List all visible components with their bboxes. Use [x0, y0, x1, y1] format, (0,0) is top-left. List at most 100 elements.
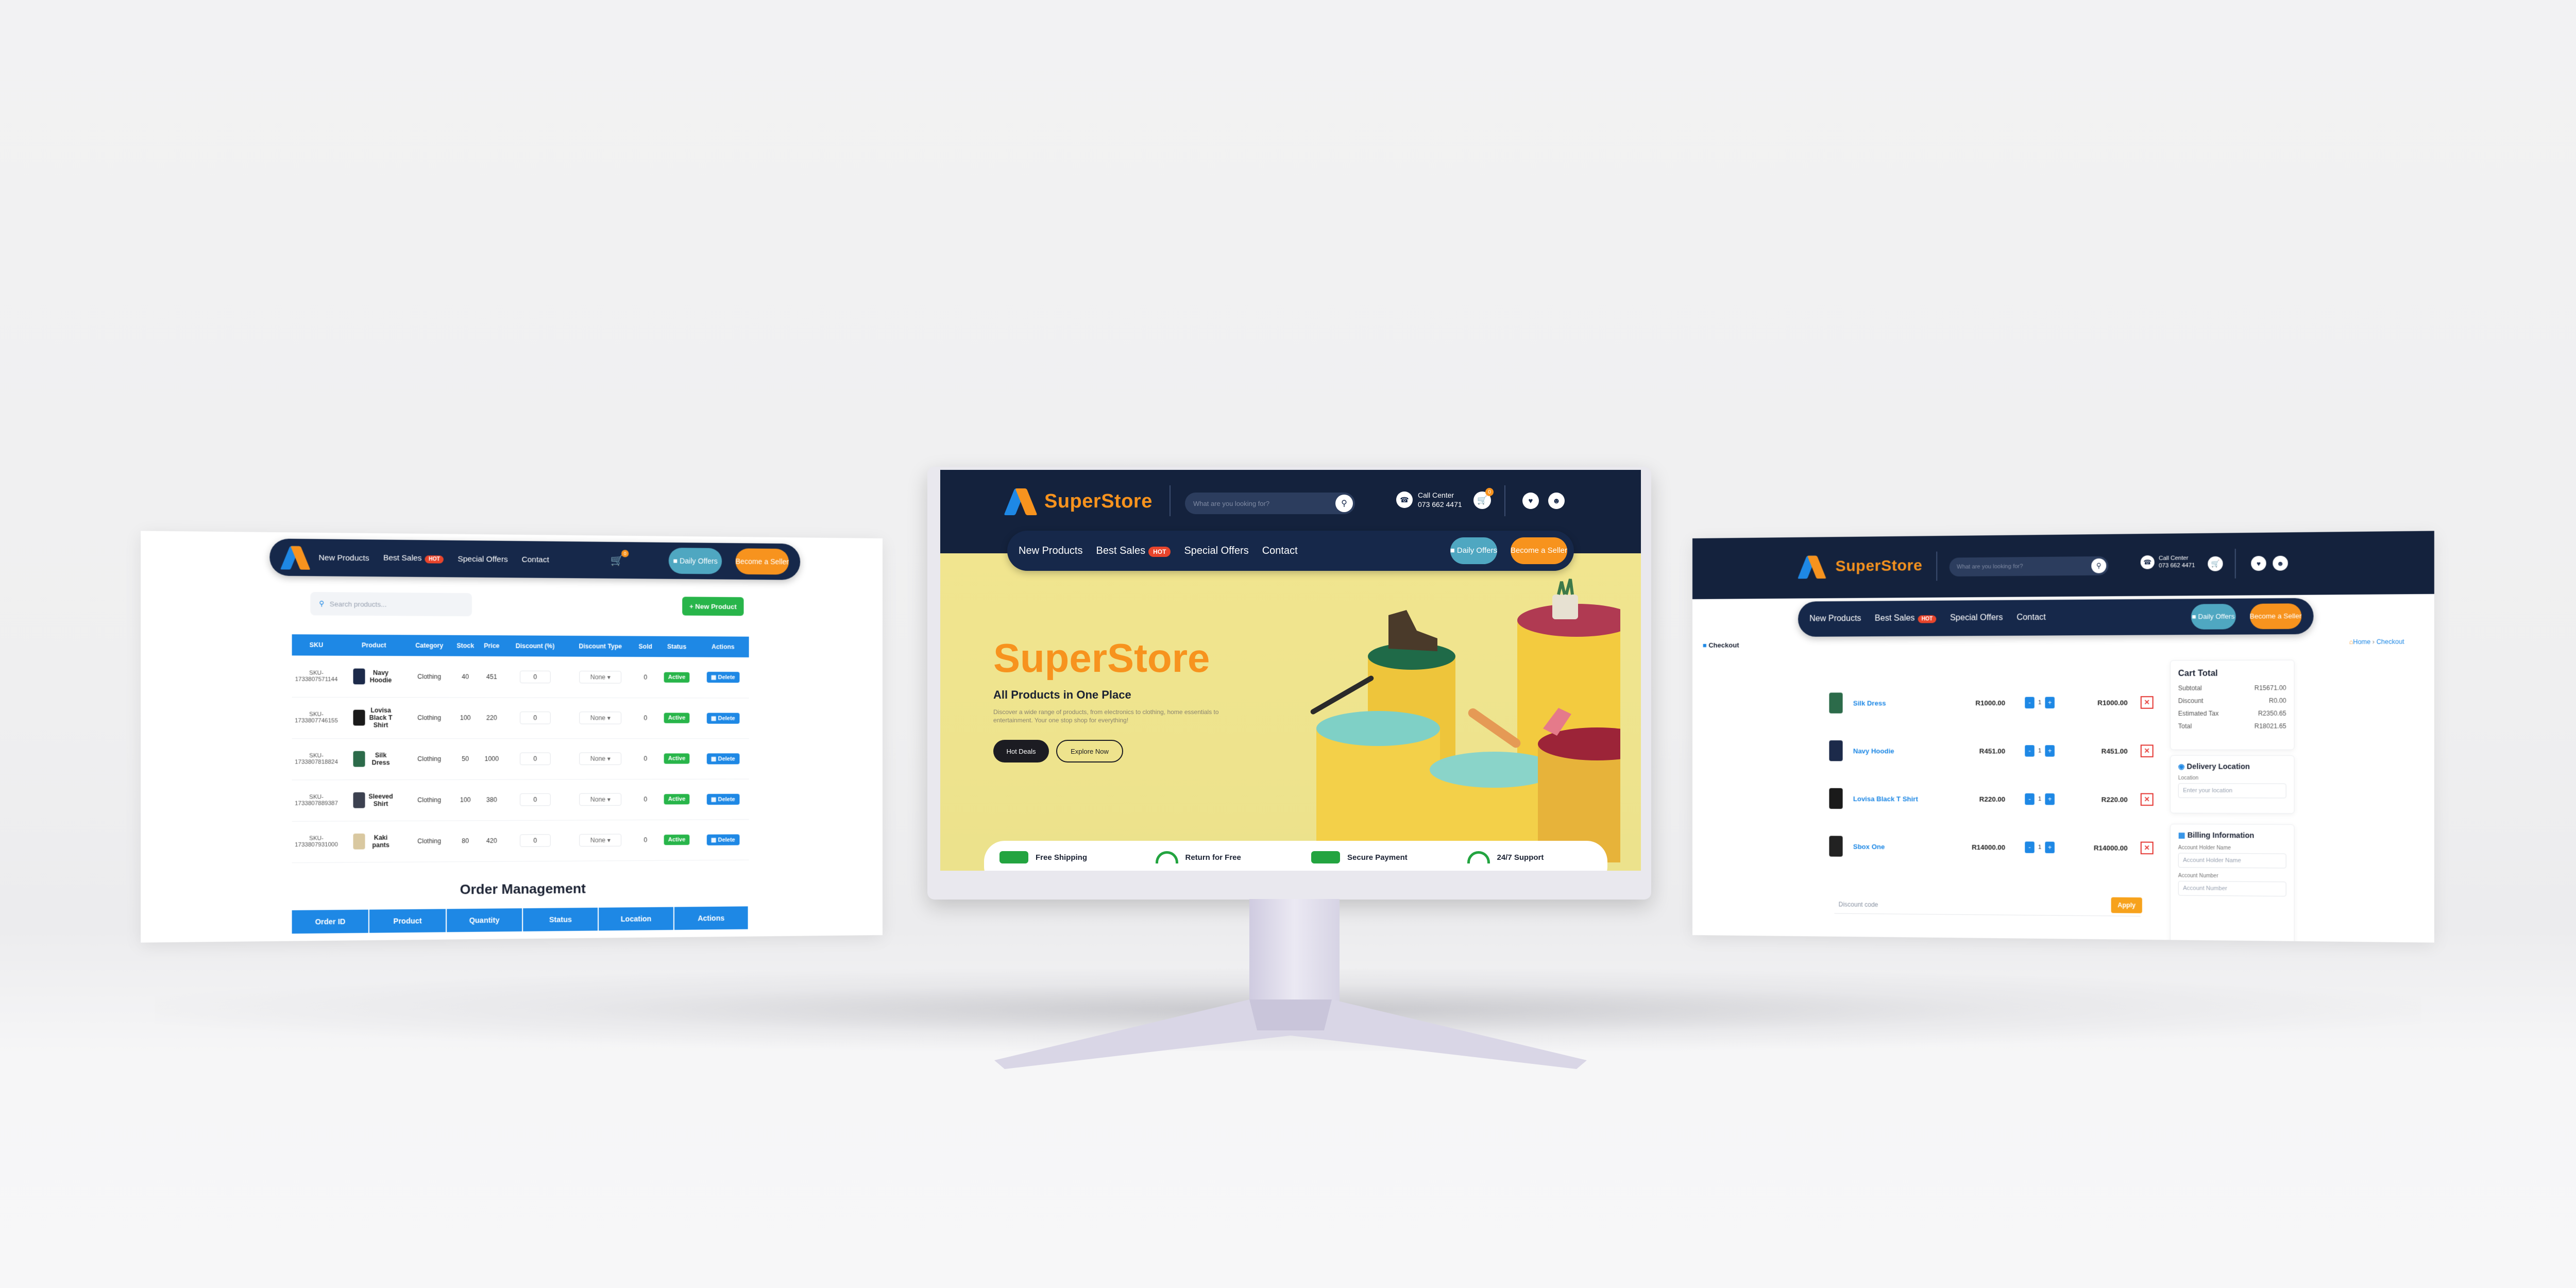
breadcrumb-home[interactable]: Home — [2353, 638, 2370, 646]
delete-button[interactable]: ▦ Delete — [706, 793, 740, 805]
decrease-quantity-button[interactable]: - — [2025, 793, 2035, 805]
header-search-input[interactable]: What are you looking for? ⚲ — [1185, 493, 1355, 514]
daily-offers-button[interactable]: ■ Daily Offers — [2191, 604, 2236, 630]
col-stock: Stock — [451, 635, 480, 656]
discount-input[interactable]: 0 — [519, 711, 551, 724]
cart-icon[interactable]: 🛒 — [2208, 556, 2223, 571]
cart-item-row: Silk Dress R1000.00-1 + R1000.00 ✕ — [1829, 687, 2157, 719]
search-icon[interactable]: ⚲ — [2091, 558, 2107, 573]
status-badge[interactable]: Active — [664, 713, 690, 723]
discount-type-select[interactable]: None ▾ — [579, 793, 622, 806]
become-seller-button[interactable]: Become a Seller — [735, 548, 789, 575]
hot-badge: HOT — [1918, 615, 1937, 623]
remove-item-button[interactable]: ✕ — [2140, 744, 2154, 757]
orders-table-header: Order ID Product Quantity Status Locatio… — [292, 906, 749, 934]
billing-title: Billing Information — [2187, 831, 2255, 840]
nav-best-sales[interactable]: Best Sales HOT — [1875, 614, 1937, 623]
quantity-value[interactable]: 1 — [2036, 793, 2043, 805]
delete-button[interactable]: ▦ Delete — [706, 672, 740, 683]
nav-new-products[interactable]: New Products — [1019, 545, 1083, 557]
quantity-value[interactable]: 1 — [2036, 697, 2043, 708]
feature-return-free: Return for Free — [1140, 851, 1296, 863]
discount-input[interactable]: 0 — [519, 752, 551, 765]
nav-special-offers[interactable]: Special Offers — [1184, 545, 1248, 557]
nav-special-offers[interactable]: Special Offers — [457, 554, 507, 564]
discount-input[interactable]: 0 — [519, 670, 551, 684]
nav-new-products[interactable]: New Products — [319, 553, 369, 563]
call-center-label: Call Center — [1418, 491, 1454, 499]
nav-special-offers[interactable]: Special Offers — [1950, 613, 2003, 623]
number-input[interactable]: Account Number — [2178, 880, 2286, 897]
heart-icon[interactable]: ♥ — [1522, 493, 1539, 509]
delete-button[interactable]: ▦ Delete — [706, 713, 740, 724]
category-cell: Clothing — [407, 656, 452, 698]
user-icon[interactable]: ☻ — [1548, 493, 1565, 509]
discount-type-select[interactable]: None ▾ — [579, 752, 622, 765]
become-seller-button[interactable]: Become a Seller — [2249, 603, 2302, 630]
quantity-value[interactable]: 1 — [2036, 842, 2043, 853]
return-icon — [1155, 851, 1178, 863]
decrease-quantity-button[interactable]: - — [2025, 697, 2035, 709]
apply-discount-button[interactable]: Apply — [2111, 897, 2142, 913]
daily-offers-button[interactable]: ■ Daily Offers — [668, 548, 722, 574]
increase-quantity-button[interactable]: + — [2045, 745, 2055, 757]
decrease-quantity-button[interactable]: - — [2025, 745, 2035, 757]
discount-type-select[interactable]: None ▾ — [579, 670, 622, 684]
increase-quantity-button[interactable]: + — [2045, 793, 2055, 805]
new-product-button[interactable]: + New Product — [682, 597, 744, 616]
decrease-quantity-button[interactable]: - — [2025, 841, 2035, 853]
discount-type-select[interactable]: None ▾ — [579, 711, 622, 724]
remove-item-button[interactable]: ✕ — [2140, 696, 2154, 709]
search-icon[interactable]: ⚲ — [1335, 495, 1353, 512]
admin-search-input[interactable]: ⚲ Search products... — [310, 592, 472, 617]
daily-offers-button[interactable]: ■ Daily Offers — [1450, 537, 1497, 564]
admin-nav-bar: New Products Best Sales HOT Special Offer… — [269, 538, 801, 580]
cart-item-name[interactable]: Silk Dress — [1843, 699, 1947, 707]
cart-item-name[interactable]: Navy Hoodie — [1843, 747, 1947, 755]
increase-quantity-button[interactable]: + — [2045, 697, 2055, 709]
product-cell: Sleeved Shirt — [341, 779, 408, 821]
explore-now-button[interactable]: Explore Now — [1056, 740, 1123, 762]
header-search-input[interactable]: What are you looking for? ⚲ — [1949, 556, 2109, 577]
user-icon[interactable]: ☻ — [2273, 555, 2288, 571]
nav-best-sales[interactable]: Best Sales HOT — [383, 553, 444, 564]
discount-input[interactable]: 0 — [519, 834, 551, 847]
status-badge[interactable]: Active — [664, 834, 690, 845]
nav-new-products[interactable]: New Products — [1809, 614, 1861, 624]
delete-button[interactable]: ▦ Delete — [706, 834, 740, 845]
product-cell: Kaki pants — [341, 820, 408, 862]
actions-cell: ▦ Delete — [697, 698, 749, 739]
nav-contact[interactable]: Contact — [2016, 613, 2046, 623]
discount-input[interactable]: 0 — [519, 793, 551, 806]
chevron-down-icon: ▾ — [607, 755, 611, 762]
cart-count-badge: 0 — [1485, 488, 1494, 496]
nav-best-sales[interactable]: Best Sales HOT — [1096, 545, 1171, 557]
quantity-value[interactable]: 1 — [2036, 745, 2043, 756]
cart-item-name[interactable]: Sbox One — [1843, 842, 1947, 851]
become-seller-button[interactable]: Become a Seller — [1510, 537, 1568, 564]
actions-cell: ▦ Delete — [697, 738, 749, 779]
cart-item-name[interactable]: Lovisa Black T Shirt — [1843, 794, 1947, 803]
remove-item-button[interactable]: ✕ — [2140, 793, 2154, 806]
holder-input[interactable]: Account Holder Name — [2178, 853, 2286, 869]
discount-type-select[interactable]: None ▾ — [579, 834, 622, 847]
status-badge[interactable]: Active — [664, 672, 690, 683]
delete-button[interactable]: ▦ Delete — [706, 753, 740, 764]
increase-quantity-button[interactable]: + — [2045, 841, 2055, 854]
checkout-header: SuperStore What are you looking for? ⚲ ☎… — [1692, 531, 2434, 599]
cart-icon[interactable]: 🛒 0 — [611, 549, 629, 567]
heart-icon[interactable]: ♥ — [2251, 556, 2266, 571]
storefront-logo[interactable]: SuperStore — [1004, 485, 1153, 517]
remove-item-button[interactable]: ✕ — [2140, 841, 2154, 855]
discount-code-input[interactable]: Discount code — [1834, 895, 2141, 917]
product-cell: Navy Hoodie — [341, 655, 408, 698]
checkout-logo[interactable]: SuperStore — [1798, 550, 1922, 583]
nav-contact[interactable]: Contact — [522, 555, 549, 564]
col-product: Product — [341, 634, 408, 656]
status-badge[interactable]: Active — [664, 794, 690, 805]
location-input[interactable]: Enter your location — [2178, 783, 2286, 799]
hot-deals-button[interactable]: Hot Deals — [993, 740, 1049, 762]
status-badge[interactable]: Active — [664, 753, 690, 764]
nav-contact[interactable]: Contact — [1262, 545, 1298, 557]
table-row: SKU-1733807571144 Navy Hoodie Clothing 40 4… — [292, 655, 749, 698]
